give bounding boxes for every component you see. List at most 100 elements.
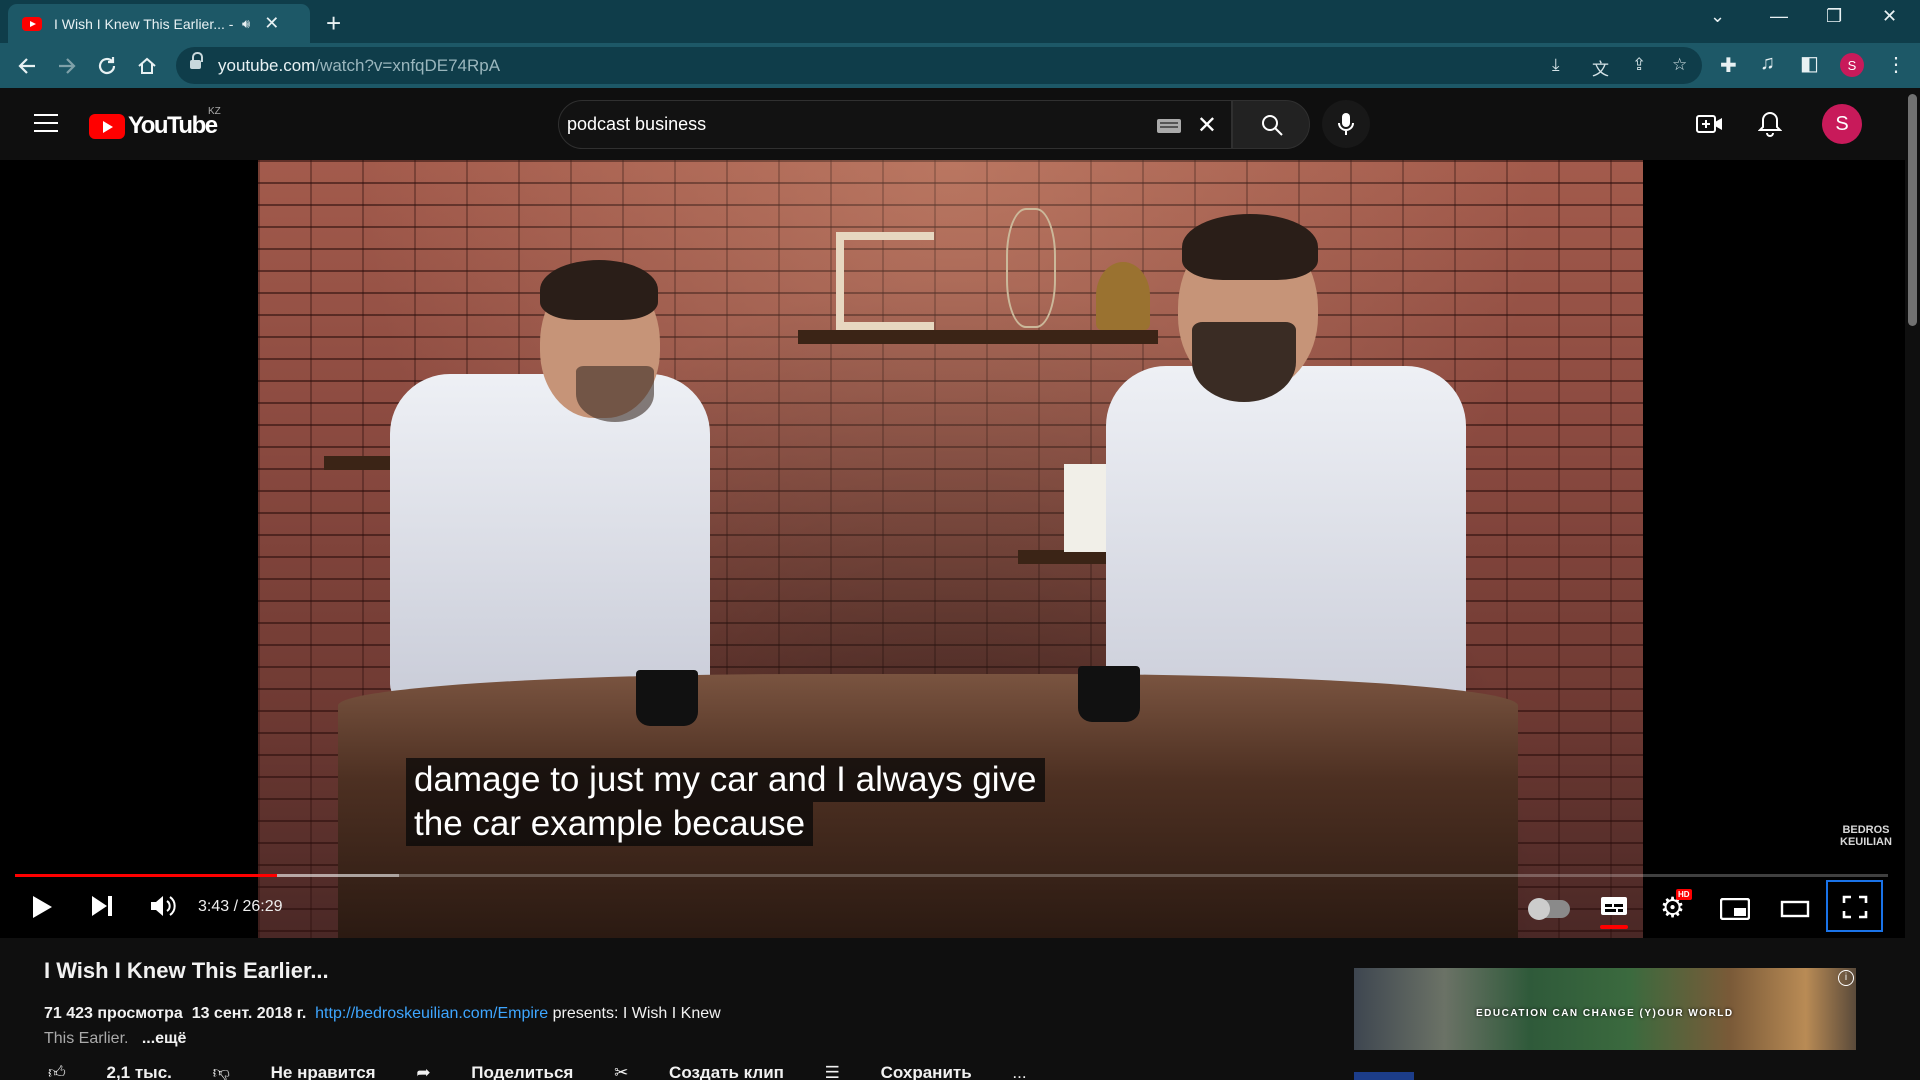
theater-mode-icon[interactable] — [1780, 900, 1810, 918]
fullscreen-button[interactable] — [1826, 880, 1883, 932]
show-more-button[interactable]: ...ещё — [142, 1030, 187, 1047]
autoplay-toggle[interactable] — [1528, 898, 1570, 920]
clear-search-icon[interactable]: ✕ — [1197, 111, 1217, 140]
country-code: KZ — [208, 106, 221, 117]
browser-profile-avatar[interactable]: S — [1840, 53, 1864, 77]
share-icon: ➦ — [416, 1063, 431, 1080]
progress-bar[interactable] — [15, 874, 1888, 877]
book-decor — [1064, 464, 1108, 552]
translate-icon[interactable]: 文 — [1592, 55, 1609, 80]
ad-text: EDUCATION CAN CHANGE (Y)OUR WORLD — [1476, 1008, 1734, 1019]
upload-date: 13 сент. 2018 г. — [191, 1005, 307, 1022]
dislike-label: Не нравится — [270, 1063, 376, 1080]
page-scrollbar[interactable] — [1905, 88, 1920, 1080]
thumbs-up-icon: 👍︎ — [48, 1063, 66, 1080]
watermark-line-1: BEDROS — [1842, 824, 1890, 836]
video-actions: 👍︎ 2,1 тыс. 👎︎ Не нравится ➦ Поделиться … — [48, 1062, 1063, 1080]
subtitles-button[interactable] — [1600, 896, 1628, 929]
back-arrow-icon[interactable] — [16, 55, 38, 77]
mug-left — [636, 670, 698, 726]
side-panel-icon[interactable]: ◧ — [1800, 51, 1819, 76]
save-label: Сохранить — [880, 1063, 972, 1080]
progress-played — [15, 874, 278, 877]
person-left-beard — [576, 366, 654, 422]
url-text: youtube.com/watch?v=xnfqDE74RpA — [218, 56, 500, 76]
play-icon[interactable] — [30, 894, 54, 920]
youtube-logo[interactable]: YouTube KZ — [89, 106, 221, 140]
related-video-thumbnail[interactable] — [1354, 1072, 1414, 1080]
person-right-beard — [1192, 322, 1296, 402]
shelf-decor-sculpture — [836, 232, 934, 330]
description-link[interactable]: http://bedroskeuilian.com/Empire — [315, 1005, 548, 1022]
caption-line-2: the car example because — [406, 802, 814, 846]
search-query-text: podcast business — [567, 114, 707, 134]
dislike-button[interactable]: 👎︎ Не нравится — [213, 1063, 376, 1080]
more-actions-button[interactable]: ... — [1012, 1063, 1026, 1080]
scrollbar-thumb[interactable] — [1908, 94, 1917, 326]
next-video-icon[interactable] — [90, 894, 114, 918]
microphone-icon — [1338, 113, 1354, 135]
youtube-play-logo-icon — [89, 113, 125, 139]
browser-menu-icon[interactable]: ⋮ — [1886, 52, 1906, 77]
forward-arrow-icon[interactable] — [56, 55, 78, 77]
audio-playing-icon[interactable]: 🔊︎ — [242, 16, 250, 32]
bookmark-star-icon[interactable]: ☆ — [1672, 55, 1687, 75]
close-tab-icon[interactable]: ✕ — [264, 13, 279, 34]
ad-info-icon[interactable]: i — [1838, 970, 1854, 986]
miniplayer-icon[interactable] — [1720, 898, 1750, 920]
share-button[interactable]: ➦ Поделиться — [416, 1063, 573, 1080]
clip-button[interactable]: ✂ Создать клип — [614, 1063, 784, 1080]
youtube-masthead: YouTube KZ podcast business ✕ S — [0, 88, 1905, 160]
subtitles-icon — [1601, 897, 1627, 915]
time-display: 3:43 / 26:29 — [198, 898, 283, 915]
home-icon[interactable] — [136, 55, 158, 77]
scissors-icon: ✂ — [614, 1063, 629, 1080]
account-avatar[interactable]: S — [1822, 104, 1862, 144]
ad-banner[interactable]: EDUCATION CAN CHANGE (Y)OUR WORLD i — [1354, 968, 1856, 1050]
clip-label: Создать клип — [669, 1063, 784, 1080]
notifications-bell-icon[interactable] — [1758, 110, 1782, 138]
search-input[interactable]: podcast business ✕ — [558, 100, 1232, 149]
lock-icon[interactable] — [190, 52, 203, 69]
hourglass-decor — [1006, 208, 1056, 328]
tab-search-icon[interactable]: ⌄ — [1710, 6, 1725, 27]
subtitles-active-indicator — [1600, 925, 1628, 929]
video-player[interactable]: damage to just my car and I always give … — [0, 160, 1905, 938]
save-button[interactable]: ☰ Сохранить — [825, 1063, 972, 1080]
new-tab-button[interactable]: + — [326, 8, 341, 39]
watermark-line-2: KEUILIAN — [1840, 836, 1892, 848]
description-text: presents: I Wish I Knew — [548, 1005, 721, 1022]
keyboard-icon[interactable] — [1157, 119, 1181, 133]
voice-search-button[interactable] — [1322, 100, 1370, 148]
person-right-hair — [1182, 214, 1318, 280]
video-description[interactable]: 71 423 просмотра 13 сент. 2018 г. http:/… — [44, 1001, 804, 1051]
youtube-wordmark: YouTube — [128, 112, 218, 139]
autoplay-pause-icon — [1528, 898, 1550, 920]
guide-menu-icon[interactable] — [34, 114, 58, 132]
media-controls-icon[interactable]: ♫ — [1760, 52, 1775, 75]
settings-button[interactable]: ⚙ HD — [1660, 889, 1692, 922]
restore-button[interactable]: ❐ — [1826, 6, 1842, 27]
extensions-puzzle-icon[interactable]: ✚ — [1720, 53, 1737, 78]
browser-toolbar: youtube.com/watch?v=xnfqDE74RpA ⤓ 文 ⇪ ☆ … — [0, 43, 1920, 88]
person-left-hair — [540, 260, 658, 320]
create-video-icon[interactable] — [1696, 113, 1724, 135]
address-bar[interactable]: youtube.com/watch?v=xnfqDE74RpA ⤓ 文 ⇪ ☆ — [176, 47, 1702, 84]
player-controls: 3:43 / 26:29 ⚙ HD — [0, 878, 1905, 938]
search-button[interactable] — [1232, 100, 1310, 149]
volume-icon[interactable] — [148, 892, 176, 920]
tab-title: I Wish I Knew This Earlier... - YouTube — [54, 15, 234, 32]
playlist-add-icon: ☰ — [824, 1063, 840, 1080]
channel-watermark[interactable]: BEDROS KEUILIAN — [1840, 824, 1892, 848]
like-button[interactable]: 👍︎ 2,1 тыс. — [48, 1063, 172, 1080]
url-host: youtube.com — [218, 56, 316, 75]
reload-icon[interactable] — [96, 55, 118, 77]
close-window-button[interactable]: ✕ — [1882, 6, 1897, 27]
browser-tab-active[interactable]: I Wish I Knew This Earlier... - YouTube … — [8, 4, 310, 43]
view-count: 71 423 просмотра — [44, 1005, 183, 1022]
share-page-icon[interactable]: ⇪ — [1632, 55, 1646, 75]
minimize-button[interactable]: — — [1770, 6, 1788, 27]
video-title: I Wish I Knew This Earlier... — [44, 958, 329, 983]
install-app-icon[interactable]: ⤓ — [1552, 55, 1560, 75]
search-icon — [1262, 115, 1283, 136]
